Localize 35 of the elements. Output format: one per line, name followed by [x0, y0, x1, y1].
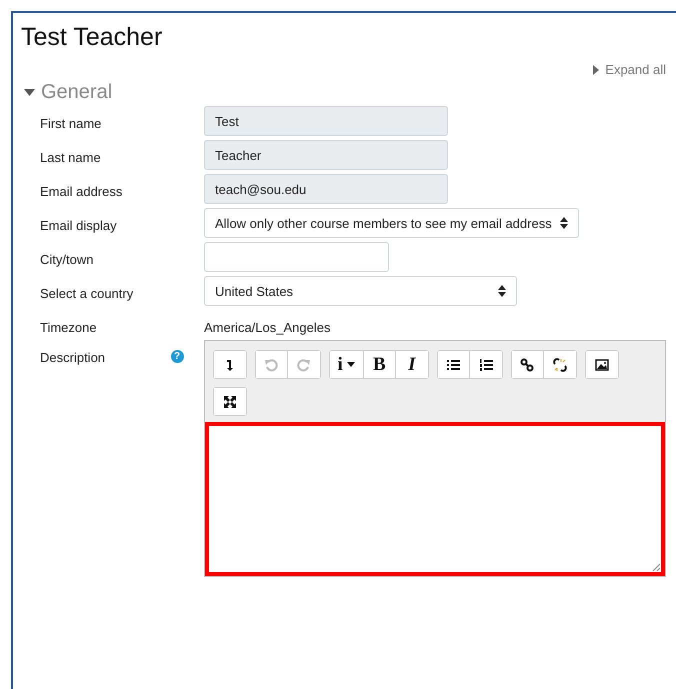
page-title: Test Teacher [21, 23, 164, 52]
image-icon [594, 358, 609, 372]
field-label: Email address [39, 184, 124, 200]
section-title[interactable]: General [41, 81, 112, 104]
bullets-button[interactable] [438, 351, 470, 378]
collapse-button[interactable] [214, 351, 246, 378]
fullscreen-icon [222, 394, 237, 408]
text-field[interactable] [204, 242, 389, 272]
field-label: Description [39, 350, 106, 366]
select-dropdown[interactable]: United States [204, 276, 517, 306]
broken-link-icon [552, 358, 567, 372]
text-editor[interactable]: i B I [204, 340, 666, 577]
editor-content-area[interactable] [204, 422, 665, 576]
undo-icon [264, 358, 278, 372]
info-button[interactable]: i [330, 351, 364, 378]
field-label: City/town [39, 252, 94, 268]
numbered-list-icon [478, 358, 493, 372]
field-label: Select a country [39, 286, 134, 302]
fullscreen-button[interactable] [214, 388, 246, 415]
select-arrows-icon [498, 285, 506, 297]
bullet-list-icon [446, 358, 460, 372]
select-dropdown[interactable]: Allow only other course members to see my email address [204, 208, 579, 238]
expand-arrow-icon [593, 64, 600, 74]
link-icon [520, 358, 534, 372]
redo-icon [296, 358, 311, 372]
select-arrows-icon [560, 217, 568, 229]
field-label: First name [39, 116, 102, 132]
field-label: Email display [39, 218, 118, 234]
field-label: Last name [39, 150, 102, 166]
expand-all-link[interactable]: Expand all [605, 62, 666, 77]
link-button[interactable] [512, 351, 544, 378]
resize-grip-icon[interactable] [652, 563, 660, 571]
field-label: Timezone [39, 320, 98, 336]
image-button[interactable] [586, 351, 618, 378]
timezone-value: America/Los_Angeles [204, 320, 330, 335]
